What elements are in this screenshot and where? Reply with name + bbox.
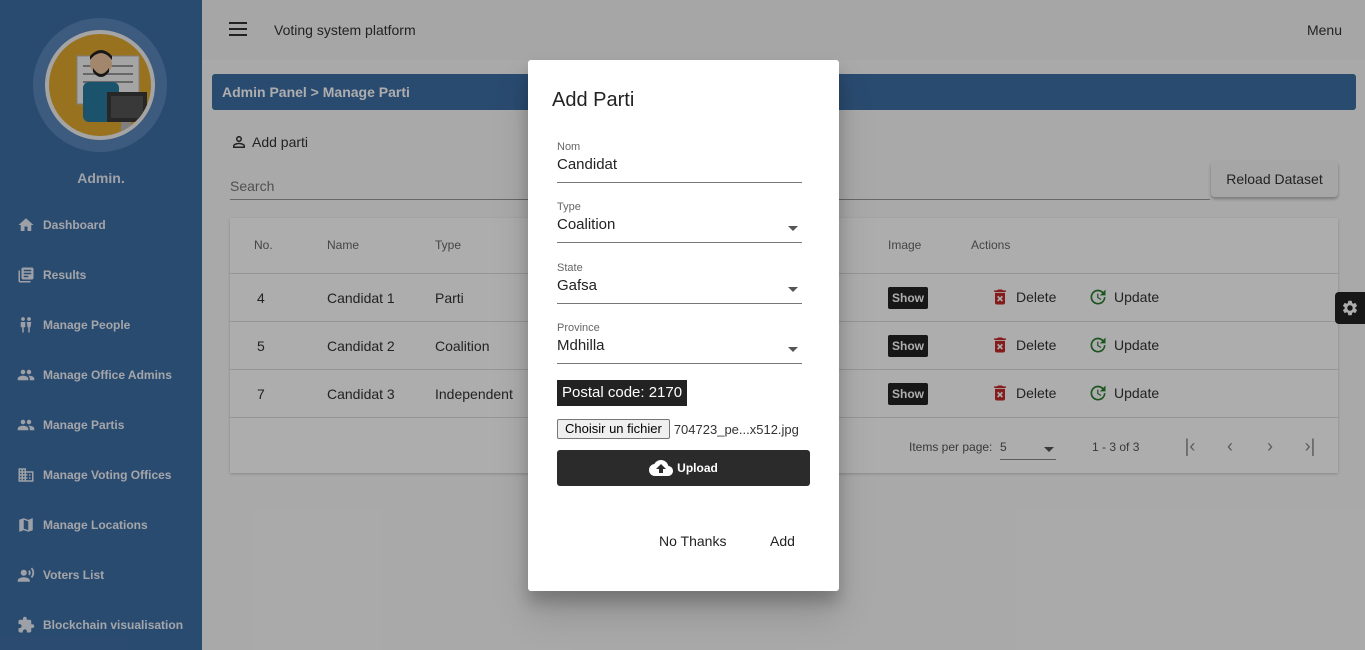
postal-code-badge: Postal code: 2170 bbox=[557, 380, 688, 406]
province-label: Province bbox=[557, 322, 600, 334]
file-input[interactable]: Choisir un fichier 704723_pe...x512.jpg bbox=[557, 419, 799, 439]
nom-label: Nom bbox=[557, 141, 581, 153]
type-label: Type bbox=[557, 201, 581, 213]
state-value: Gafsa bbox=[557, 277, 598, 294]
state-label: State bbox=[557, 262, 583, 274]
state-select[interactable]: State Gafsa bbox=[557, 262, 802, 304]
province-value: Mdhilla bbox=[557, 337, 605, 354]
dropdown-arrow-icon bbox=[788, 287, 798, 292]
add-parti-dialog: Add Parti Nom Candidat Type Coalition St… bbox=[528, 60, 839, 591]
no-thanks-button[interactable]: No Thanks bbox=[659, 533, 726, 549]
type-value: Coalition bbox=[557, 216, 616, 233]
add-button[interactable]: Add bbox=[770, 533, 795, 549]
app-root: Admin. Dashboard Results Manage People M… bbox=[0, 0, 1365, 650]
province-select[interactable]: Province Mdhilla bbox=[557, 322, 802, 364]
upload-button[interactable]: Upload bbox=[557, 450, 810, 486]
nom-field[interactable]: Nom Candidat bbox=[557, 141, 802, 183]
cloud-upload-icon bbox=[649, 460, 674, 476]
type-select[interactable]: Type Coalition bbox=[557, 201, 802, 243]
dropdown-arrow-icon bbox=[788, 347, 798, 352]
upload-label: Upload bbox=[677, 461, 718, 475]
nom-value: Candidat bbox=[557, 156, 618, 173]
file-name: 704723_pe...x512.jpg bbox=[673, 421, 799, 437]
dialog-title: Add Parti bbox=[552, 89, 635, 111]
dropdown-arrow-icon bbox=[788, 226, 798, 231]
choose-file-button[interactable]: Choisir un fichier bbox=[557, 419, 670, 439]
